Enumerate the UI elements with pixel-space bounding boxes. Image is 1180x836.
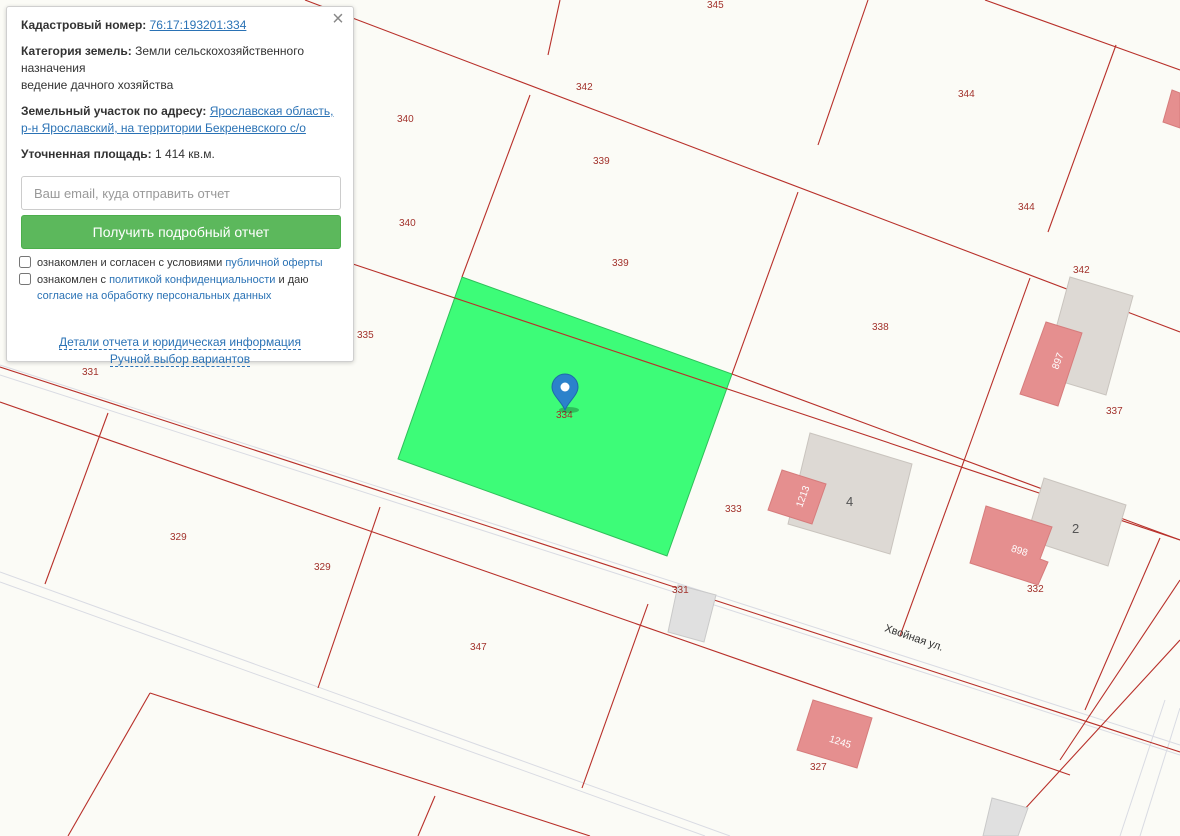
svg-text:339: 339 [593, 156, 610, 167]
svg-text:337: 337 [1106, 406, 1123, 417]
close-icon[interactable]: × [329, 9, 347, 29]
svg-text:332: 332 [1027, 584, 1044, 595]
svg-text:329: 329 [314, 562, 331, 573]
consent-privacy-row: ознакомлен с политикой конфиденциальност… [19, 272, 339, 304]
svg-text:338: 338 [872, 322, 889, 333]
land-category-value: Земли сельскохозяйственного [135, 44, 305, 58]
offer-consent-text: ознакомлен и согласен с условиями [37, 257, 223, 269]
cadastral-number-link[interactable]: 76:17:193201:334 [150, 18, 247, 32]
svg-text:335: 335 [357, 330, 374, 341]
buildings [767, 89, 1180, 769]
address-row: Земельный участок по адресу: Ярославская… [21, 103, 339, 137]
svg-text:329: 329 [170, 532, 187, 543]
svg-text:340: 340 [397, 114, 414, 125]
panel-footer-links: Детали отчета и юридическая информация Р… [21, 334, 339, 368]
street-label: Хвойная ул. [883, 622, 945, 653]
address-link-2[interactable]: р-н Ярославский, на территории Бекреневс… [21, 121, 306, 135]
svg-text:347: 347 [470, 642, 487, 653]
report-details-link[interactable]: Детали отчета и юридическая информация [59, 335, 301, 350]
personal-data-consent-link[interactable]: согласие на обработку персональных данны… [37, 290, 271, 302]
email-input[interactable] [21, 176, 341, 210]
svg-text:340: 340 [399, 218, 416, 229]
privacy-consent-checkbox[interactable] [19, 273, 31, 285]
public-offer-link[interactable]: публичной оферты [225, 257, 322, 269]
consent-offer-row: ознакомлен и согласен с условиями публич… [19, 255, 339, 271]
land-category-value-2: назначения [21, 61, 86, 75]
cadastral-number-label: Кадастровый номер: [21, 18, 147, 32]
svg-text:339: 339 [612, 258, 629, 269]
svg-text:331: 331 [82, 367, 99, 378]
svg-text:333: 333 [725, 504, 742, 515]
svg-text:327: 327 [810, 762, 827, 773]
privacy-consent-text: ознакомлен с [37, 274, 107, 286]
privacy-policy-link[interactable]: политикой конфиденциальности [109, 274, 275, 286]
svg-text:4: 4 [846, 494, 853, 509]
svg-text:344: 344 [1018, 202, 1035, 213]
svg-text:342: 342 [1073, 265, 1090, 276]
cadastral-number-row: Кадастровый номер: 76:17:193201:334 [21, 17, 339, 34]
cadastral-info-panel: × Кадастровый номер: 76:17:193201:334 Ка… [6, 6, 354, 367]
land-use-value: ведение дачного хозяйства [21, 78, 174, 92]
area-label: Уточненная площадь: [21, 147, 152, 161]
get-report-button[interactable]: Получить подробный отчет [21, 215, 341, 249]
manual-selection-link[interactable]: Ручной выбор вариантов [109, 352, 251, 367]
address-label: Земельный участок по адресу: [21, 104, 207, 118]
land-category-row: Категория земель: Земли сельскохозяйстве… [21, 43, 339, 94]
address-link-1[interactable]: Ярославская область, [210, 104, 334, 118]
offer-consent-checkbox[interactable] [19, 256, 31, 268]
land-category-label: Категория земель: [21, 44, 132, 58]
area-value: 1 414 кв.м. [154, 147, 215, 161]
svg-text:342: 342 [576, 82, 593, 93]
area-row: Уточненная площадь: 1 414 кв.м. [21, 146, 339, 163]
privacy-consent-text-2: и даю [278, 274, 309, 286]
svg-text:331: 331 [672, 585, 689, 596]
svg-text:2: 2 [1072, 521, 1079, 536]
svg-text:344: 344 [958, 89, 975, 100]
svg-text:345: 345 [707, 0, 724, 11]
